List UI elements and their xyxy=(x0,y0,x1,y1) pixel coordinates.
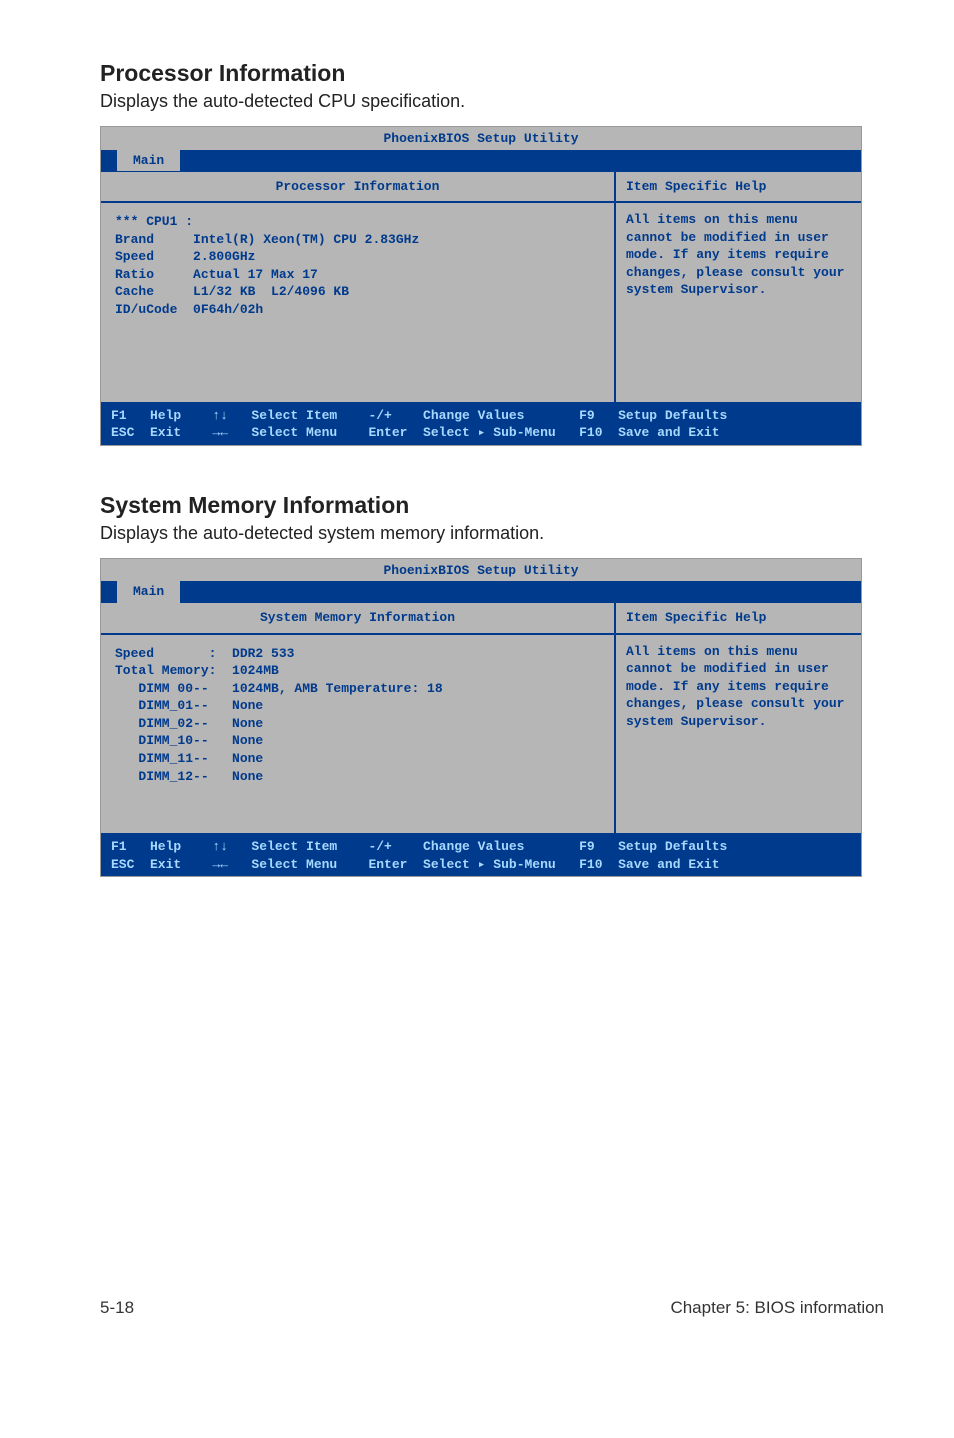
proc-content: *** CPU1 : Brand Intel(R) Xeon(TM) CPU 2… xyxy=(101,203,614,328)
help-title: Item Specific Help xyxy=(616,172,861,204)
mem-content: Speed : DDR2 533 Total Memory: 1024MB DI… xyxy=(101,635,614,795)
bios-tabbar: Main xyxy=(101,581,861,601)
mem-pane-title: System Memory Information xyxy=(101,603,614,635)
proc-subtitle: Displays the auto-detected CPU specifica… xyxy=(100,91,884,112)
chapter-label: Chapter 5: BIOS information xyxy=(670,1298,884,1318)
page-footer: 5-18 Chapter 5: BIOS information xyxy=(100,1297,884,1318)
bios-tabbar: Main xyxy=(101,150,861,170)
mem-subtitle: Displays the auto-detected system memory… xyxy=(100,523,884,544)
page-number: 5-18 xyxy=(100,1298,134,1318)
proc-heading: Processor Information xyxy=(100,60,884,87)
mem-bios-box: PhoenixBIOS Setup Utility Main System Me… xyxy=(100,558,862,878)
bios-footer: F1 Help ↑↓ Select Item -/+ Change Values… xyxy=(101,835,861,876)
bios-tab-main: Main xyxy=(117,581,180,603)
mem-heading: System Memory Information xyxy=(100,492,884,519)
bios-title: PhoenixBIOS Setup Utility xyxy=(101,559,861,582)
bios-title: PhoenixBIOS Setup Utility xyxy=(101,127,861,150)
bios-footer: F1 Help ↑↓ Select Item -/+ Change Values… xyxy=(101,404,861,445)
bios-tab-main: Main xyxy=(117,150,180,172)
help-body: All items on this menu cannot be modifie… xyxy=(616,635,861,739)
help-body: All items on this menu cannot be modifie… xyxy=(616,203,861,307)
help-title: Item Specific Help xyxy=(616,603,861,635)
proc-pane-title: Processor Information xyxy=(101,172,614,204)
proc-bios-box: PhoenixBIOS Setup Utility Main Processor… xyxy=(100,126,862,446)
